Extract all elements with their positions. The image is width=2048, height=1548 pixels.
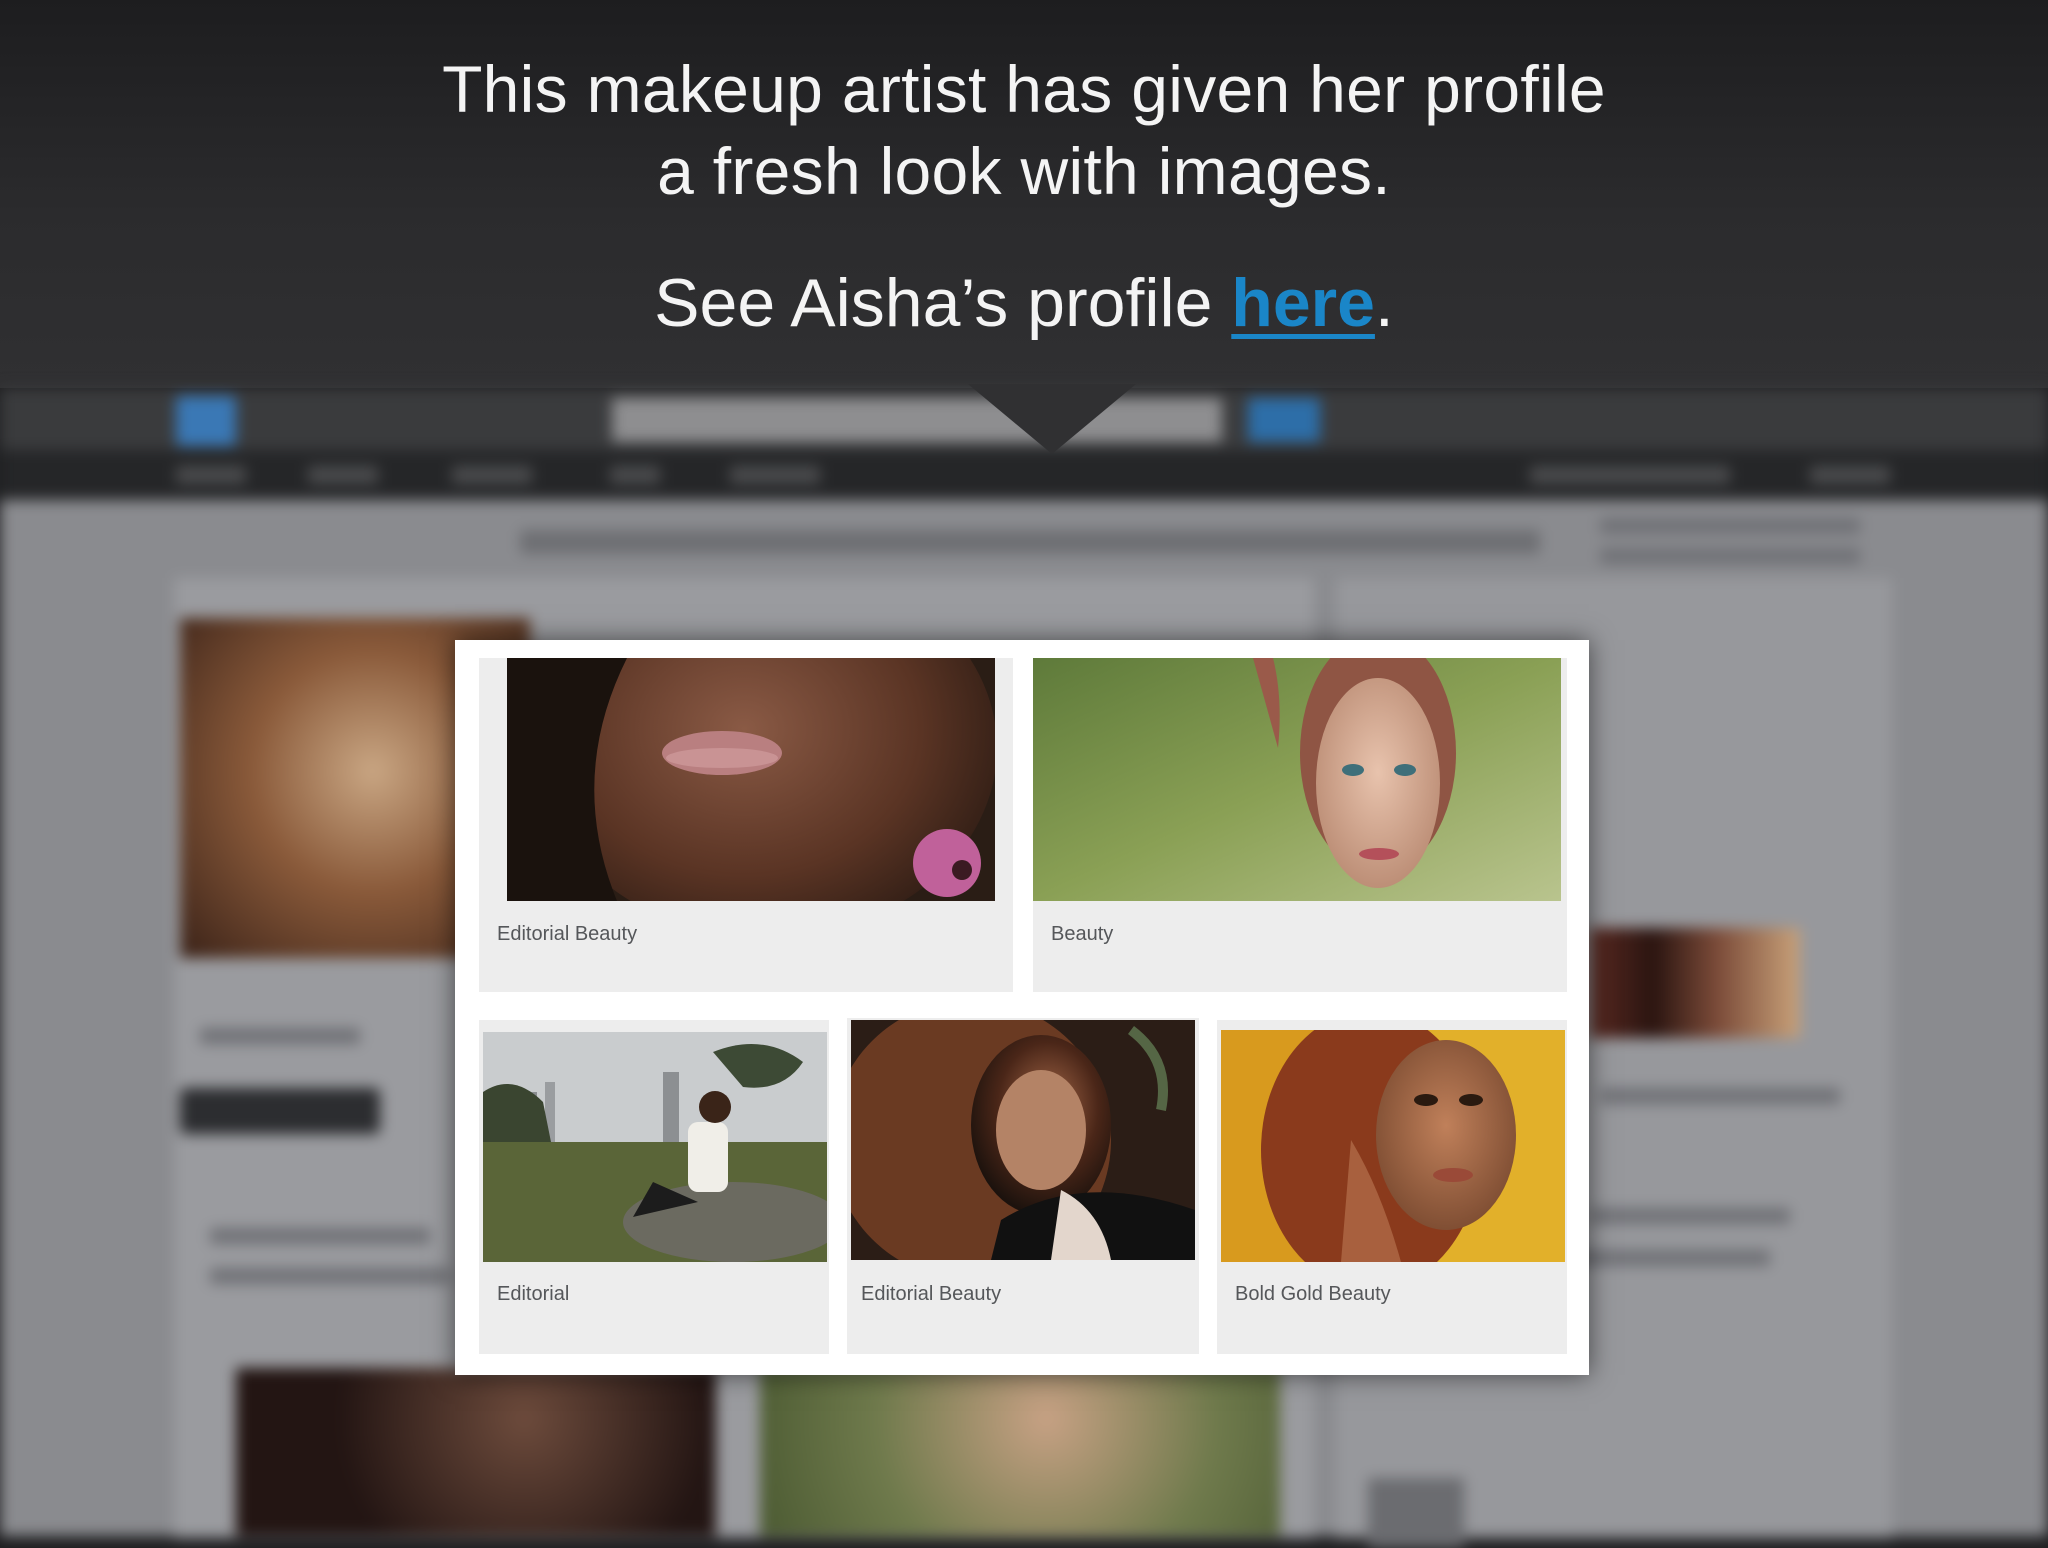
media-thumbnail[interactable] [1033,658,1561,901]
gallery-tile[interactable]: Bold Gold Beauty [1217,1020,1567,1354]
cta-suffix: . [1374,265,1394,341]
profile-link[interactable]: here [1231,265,1375,341]
tile-caption: Editorial Beauty [497,923,638,945]
backdrop-text-line [1590,1208,1790,1224]
tile-caption: Editorial [497,1283,570,1305]
backdrop-nav-item [1530,466,1730,484]
backdrop-nav-item [610,466,660,484]
backdrop-text-line [210,1268,450,1284]
media-thumbnail[interactable] [1221,1030,1565,1262]
gallery-tile[interactable]: Editorial Beauty [479,658,1013,992]
backdrop-search-button [1248,398,1320,442]
media-thumbnail[interactable] [483,1032,827,1262]
backdrop-button [180,1088,380,1134]
backdrop-text-line [1600,548,1860,564]
backdrop-bottom-image [236,1368,716,1536]
media-gallery: Editorial Beauty Beauty Editorial Editor… [455,640,1589,1375]
backdrop-text-line [210,1228,430,1244]
caption-text: This makeup artist has given her profile… [0,48,2048,212]
media-thumbnail[interactable] [851,1020,1195,1260]
backdrop-nav-item [308,466,378,484]
backdrop-nav-item [730,466,820,484]
backdrop-thumbnails [1590,928,1800,1038]
profile-cta: See Aisha’s profile here. [0,262,2048,344]
media-thumbnail[interactable] [507,658,995,901]
backdrop-nav-item [452,466,532,484]
backdrop-text-line [1600,518,1860,534]
banner-pointer-arrow [968,384,1136,454]
backdrop-text-line [200,1028,360,1044]
gallery-tile[interactable]: Editorial [479,1020,829,1354]
gallery-tile[interactable]: Editorial Beauty [847,1018,1199,1354]
backdrop-logo [176,396,236,446]
caption-line-1: This makeup artist has given her profile [442,52,1606,126]
caption-line-2: a fresh look with images. [657,134,1391,208]
tile-caption: Bold Gold Beauty [1235,1283,1391,1305]
tile-caption: Beauty [1051,923,1114,945]
backdrop-text-line [1600,1088,1840,1104]
tile-caption: Editorial Beauty [861,1283,1002,1305]
backdrop-small-image [1368,1478,1464,1548]
backdrop-ribbon [520,530,1540,554]
backdrop-bottom-image [760,1368,1280,1536]
cta-prefix: See Aisha’s profile [654,265,1232,341]
backdrop-nav-item [1810,466,1890,484]
gallery-tile[interactable]: Beauty [1033,658,1567,992]
backdrop-nav-item [176,466,246,484]
